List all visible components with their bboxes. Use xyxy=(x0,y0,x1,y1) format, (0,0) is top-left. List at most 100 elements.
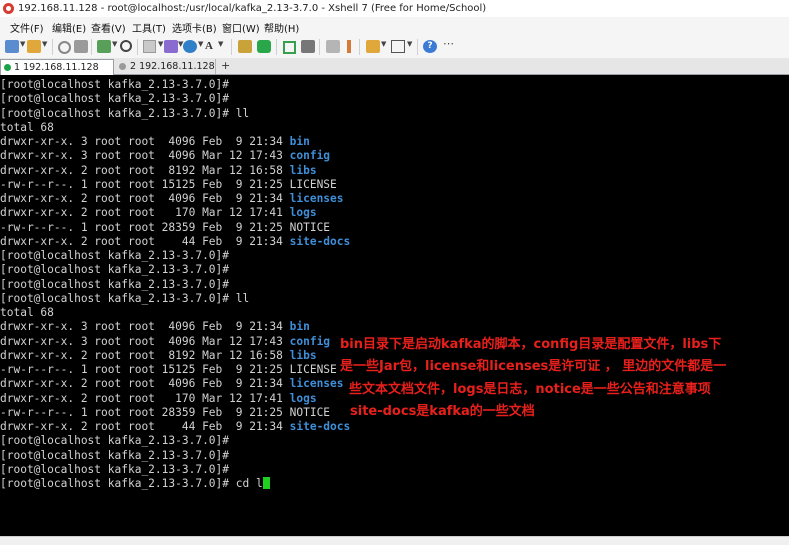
window-title: 192.168.11.128 - root@localhost:/usr/loc… xyxy=(18,3,487,14)
menu-edit[interactable]: 编辑(E) xyxy=(52,20,86,35)
line-text: drwxr-xr-x. 2 root root 8192 Mar 12 16:5… xyxy=(0,348,290,362)
open-folder-icon[interactable] xyxy=(27,40,41,53)
menu-bar: 文件(F) 编辑(E) 查看(V) 工具(T) 选项卡(B) 窗口(W) 帮助(… xyxy=(0,17,789,36)
menu-tab[interactable]: 选项卡(B) xyxy=(172,20,217,35)
lock-screen-icon[interactable] xyxy=(301,40,315,53)
font-icon[interactable]: A xyxy=(205,40,219,53)
reconnect-icon[interactable] xyxy=(58,41,71,54)
line-text: drwxr-xr-x. 3 root root 4096 Mar 12 17:4… xyxy=(0,149,290,163)
line-text: -rw-r--r--. 1 root root 15125 Feb 9 21:2… xyxy=(0,363,290,376)
directory-name: site-docs xyxy=(289,234,351,248)
file-name: NOTICE xyxy=(289,220,331,234)
line-text: [root@localhost kafka_2.13-3.7.0]# ll xyxy=(0,291,250,305)
directory-name: bin xyxy=(289,135,310,148)
line-text: [root@localhost kafka_2.13-3.7.0]# xyxy=(0,92,230,106)
terminal-output: [root@localhost kafka_2.13-3.7.0]# [root@… xyxy=(0,78,350,491)
menu-file[interactable]: 文件(F) xyxy=(10,20,44,35)
tab-label: 2 192.168.11.128 xyxy=(130,61,215,72)
tab-label: 1 192.168.11.128 xyxy=(14,62,99,73)
properties-icon[interactable] xyxy=(74,40,88,53)
chevron-down-icon[interactable]: ▼ xyxy=(158,40,163,48)
terminal-line: [root@localhost kafka_2.13-3.7.0]# xyxy=(0,278,350,292)
xftp-icon[interactable] xyxy=(257,40,271,53)
line-text: [root@localhost kafka_2.13-3.7.0]# xyxy=(0,434,230,448)
copy-icon[interactable] xyxy=(143,40,156,53)
xshell-app-icon[interactable] xyxy=(3,3,14,14)
highlight-icon[interactable] xyxy=(347,40,351,53)
directory-name: config xyxy=(289,149,331,163)
terminal-line: -rw-r--r--. 1 root root 15125 Feb 9 21:2… xyxy=(0,363,350,377)
globe-icon[interactable] xyxy=(183,40,197,53)
directory-name: bin xyxy=(289,320,310,334)
fullscreen-icon[interactable] xyxy=(283,41,296,54)
layout-icon[interactable] xyxy=(391,40,405,53)
chevron-down-icon[interactable]: ▼ xyxy=(20,40,25,48)
terminal-line: drwxr-xr-x. 2 root root 4096 Feb 9 21:34… xyxy=(0,377,350,391)
file-name: LICENSE xyxy=(289,177,337,191)
line-text: drwxr-xr-x. 2 root root 44 Feb 9 21:34 xyxy=(0,234,290,248)
terminal-line: [root@localhost kafka_2.13-3.7.0]# ll xyxy=(0,292,350,306)
terminal-line: drwxr-xr-x. 3 root root 4096 Feb 9 21:34… xyxy=(0,135,350,149)
line-text: drwxr-xr-x. 2 root root 170 Mar 12 17:41 xyxy=(0,206,290,220)
chevron-down-icon[interactable]: ▼ xyxy=(218,40,223,48)
keyboard-icon[interactable] xyxy=(326,40,340,53)
chevron-down-icon[interactable]: ▼ xyxy=(42,40,47,48)
line-text: [root@localhost kafka_2.13-3.7.0]# xyxy=(0,448,230,462)
terminal-line: total 68 xyxy=(0,121,350,135)
chevron-down-icon[interactable]: ▼ xyxy=(198,40,203,48)
toolbar-divider xyxy=(231,39,232,55)
duplicate-session-icon[interactable] xyxy=(97,40,111,53)
directory-name: site-docs xyxy=(289,420,351,433)
terminal-line: -rw-r--r--. 1 root root 15125 Feb 9 21:2… xyxy=(0,178,350,192)
tab-session-2[interactable]: 2 192.168.11.128 xyxy=(115,59,216,74)
lock-icon[interactable] xyxy=(238,40,252,53)
font-color-icon[interactable] xyxy=(164,40,178,53)
text-cursor xyxy=(262,477,270,489)
line-text: drwxr-xr-x. 2 root root 4096 Feb 9 21:34 xyxy=(0,377,290,391)
line-text: [root@localhost kafka_2.13-3.7.0]# xyxy=(0,277,230,291)
menu-tools[interactable]: 工具(T) xyxy=(132,20,166,35)
terminal-line: [root@localhost kafka_2.13-3.7.0]# xyxy=(0,249,350,263)
chevron-down-icon[interactable]: ▼ xyxy=(407,40,412,48)
new-session-icon[interactable] xyxy=(5,40,19,53)
terminal-area[interactable]: [root@localhost kafka_2.13-3.7.0]# [root@… xyxy=(0,75,789,536)
line-text: -rw-r--r--. 1 root root 15125 Feb 9 21:2… xyxy=(0,177,290,191)
tab-session-1[interactable]: 1 192.168.11.128 xyxy=(0,59,114,75)
terminal-line: [root@localhost kafka_2.13-3.7.0]# xyxy=(0,78,350,92)
menu-help[interactable]: 帮助(H) xyxy=(264,20,299,35)
line-text: -rw-r--r--. 1 root root 28359 Feb 9 21:2… xyxy=(0,405,290,419)
help-icon[interactable]: ? xyxy=(423,40,437,53)
menu-window[interactable]: 窗口(W) xyxy=(222,20,260,35)
directory-name: licenses xyxy=(289,192,344,205)
terminal-line: -rw-r--r--. 1 root root 28359 Feb 9 21:2… xyxy=(0,406,350,420)
terminal-line: drwxr-xr-x. 3 root root 4096 Mar 12 17:4… xyxy=(0,335,350,349)
tab-icon[interactable] xyxy=(366,40,380,53)
add-tab-button[interactable]: + xyxy=(221,59,230,73)
directory-name: licenses xyxy=(289,377,344,391)
directory-name: logs xyxy=(289,391,317,405)
title-bar: 192.168.11.128 - root@localhost:/usr/loc… xyxy=(0,0,789,17)
terminal-line: drwxr-xr-x. 2 root root 44 Feb 9 21:34 s… xyxy=(0,420,350,434)
annotation-line-1: bin目录下是启动kafka的脚本，config目录是配置文件，libs下 xyxy=(340,337,722,352)
connected-status-icon xyxy=(4,64,11,71)
toolbar-divider xyxy=(359,39,360,55)
menu-view[interactable]: 查看(V) xyxy=(91,20,126,35)
annotation-line-2: 是一些Jar包，license和licenses是许可证 ， 里边的文件都是一 xyxy=(340,359,727,374)
line-text: drwxr-xr-x. 3 root root 4096 Feb 9 21:34 xyxy=(0,320,290,334)
line-text: total 68 xyxy=(0,120,54,134)
terminal-line: [root@localhost kafka_2.13-3.7.0]# cd l xyxy=(0,477,350,491)
more-icon[interactable] xyxy=(443,37,454,53)
find-icon[interactable] xyxy=(120,40,132,52)
line-text: [root@localhost kafka_2.13-3.7.0]# cd l xyxy=(0,477,263,490)
terminal-line: drwxr-xr-x. 3 root root 4096 Mar 12 17:4… xyxy=(0,149,350,163)
toolbar-divider xyxy=(319,39,320,55)
line-text: [root@localhost kafka_2.13-3.7.0]# xyxy=(0,462,230,476)
line-text: -rw-r--r--. 1 root root 28359 Feb 9 21:2… xyxy=(0,220,290,234)
terminal-line: drwxr-xr-x. 2 root root 170 Mar 12 17:41… xyxy=(0,392,350,406)
toolbar-divider xyxy=(417,39,418,55)
terminal-line: drwxr-xr-x. 2 root root 4096 Feb 9 21:34… xyxy=(0,192,350,206)
directory-name: libs xyxy=(289,348,317,362)
terminal-line: [root@localhost kafka_2.13-3.7.0]# xyxy=(0,263,350,277)
chevron-down-icon[interactable]: ▼ xyxy=(112,40,117,48)
chevron-down-icon[interactable]: ▼ xyxy=(381,40,386,48)
